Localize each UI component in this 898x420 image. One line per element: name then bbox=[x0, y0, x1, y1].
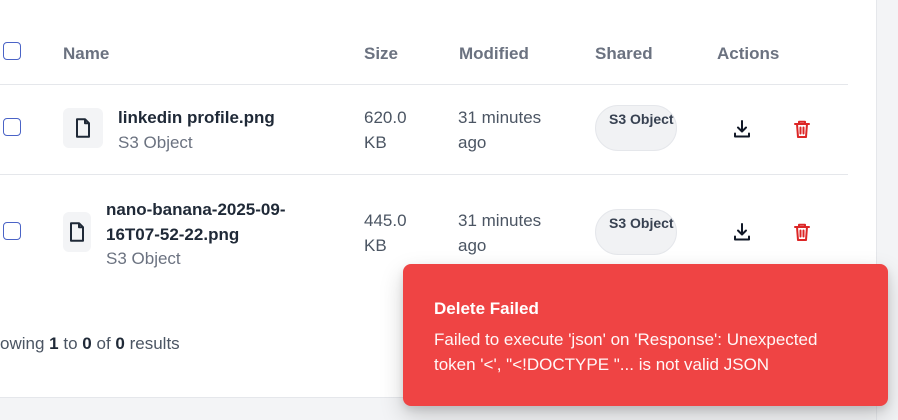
shared-badge: S3 Object bbox=[595, 105, 677, 151]
toast-title: Delete Failed bbox=[434, 299, 539, 318]
modified-time: 31 minutes ago bbox=[458, 108, 542, 152]
column-header-actions: Actions bbox=[717, 44, 780, 63]
delete-button[interactable] bbox=[789, 116, 815, 142]
file-type: S3 Object bbox=[106, 249, 181, 268]
shared-badge: S3 Object bbox=[595, 209, 677, 255]
column-header-size[interactable]: Size bbox=[364, 44, 398, 64]
file-name[interactable]: nano-banana-2025-09-16T07-52-22.png bbox=[106, 197, 311, 247]
row-checkbox[interactable] bbox=[3, 118, 21, 136]
file-icon bbox=[63, 212, 91, 252]
download-icon bbox=[734, 223, 750, 241]
column-header-modified[interactable]: Modified bbox=[459, 44, 529, 64]
pagination-total: 0 bbox=[115, 334, 125, 353]
modified-time: 31 minutes ago bbox=[458, 211, 542, 255]
file-type: S3 Object bbox=[118, 133, 193, 152]
error-toast[interactable]: Delete Failed Failed to execute 'json' o… bbox=[403, 264, 888, 406]
pagination-to: 0 bbox=[82, 334, 92, 353]
file-size: 620.0 KB bbox=[364, 108, 407, 152]
trash-icon bbox=[794, 223, 810, 241]
pagination-from: 1 bbox=[49, 334, 59, 353]
select-all-checkbox[interactable] bbox=[3, 42, 21, 60]
pagination-to-label: to bbox=[63, 334, 78, 353]
file-size: 445.0 KB bbox=[364, 211, 407, 255]
column-header-shared[interactable]: Shared bbox=[595, 44, 653, 64]
download-icon bbox=[734, 120, 750, 138]
download-button[interactable] bbox=[729, 116, 755, 142]
file-icon bbox=[63, 108, 103, 148]
pagination-suffix: results bbox=[129, 334, 180, 353]
file-browser-page: Name Size Modified Shared Actions linked… bbox=[0, 0, 898, 420]
file-name[interactable]: linkedin profile.png bbox=[118, 105, 275, 130]
table-header: Name Size Modified Shared Actions bbox=[0, 0, 848, 85]
table-row[interactable]: linkedin profile.png S3 Object 620.0 KB … bbox=[0, 85, 848, 175]
toast-message: Failed to execute 'json' on 'Response': … bbox=[434, 330, 818, 374]
pagination-of-label: of bbox=[96, 334, 111, 353]
delete-button[interactable] bbox=[789, 219, 815, 245]
row-checkbox[interactable] bbox=[3, 222, 21, 240]
pagination-summary: owing 1 to 0 of 0 results bbox=[0, 332, 180, 356]
trash-icon bbox=[794, 120, 810, 138]
pagination-prefix: owing bbox=[0, 334, 45, 353]
column-header-name[interactable]: Name bbox=[63, 44, 109, 64]
download-button[interactable] bbox=[729, 219, 755, 245]
